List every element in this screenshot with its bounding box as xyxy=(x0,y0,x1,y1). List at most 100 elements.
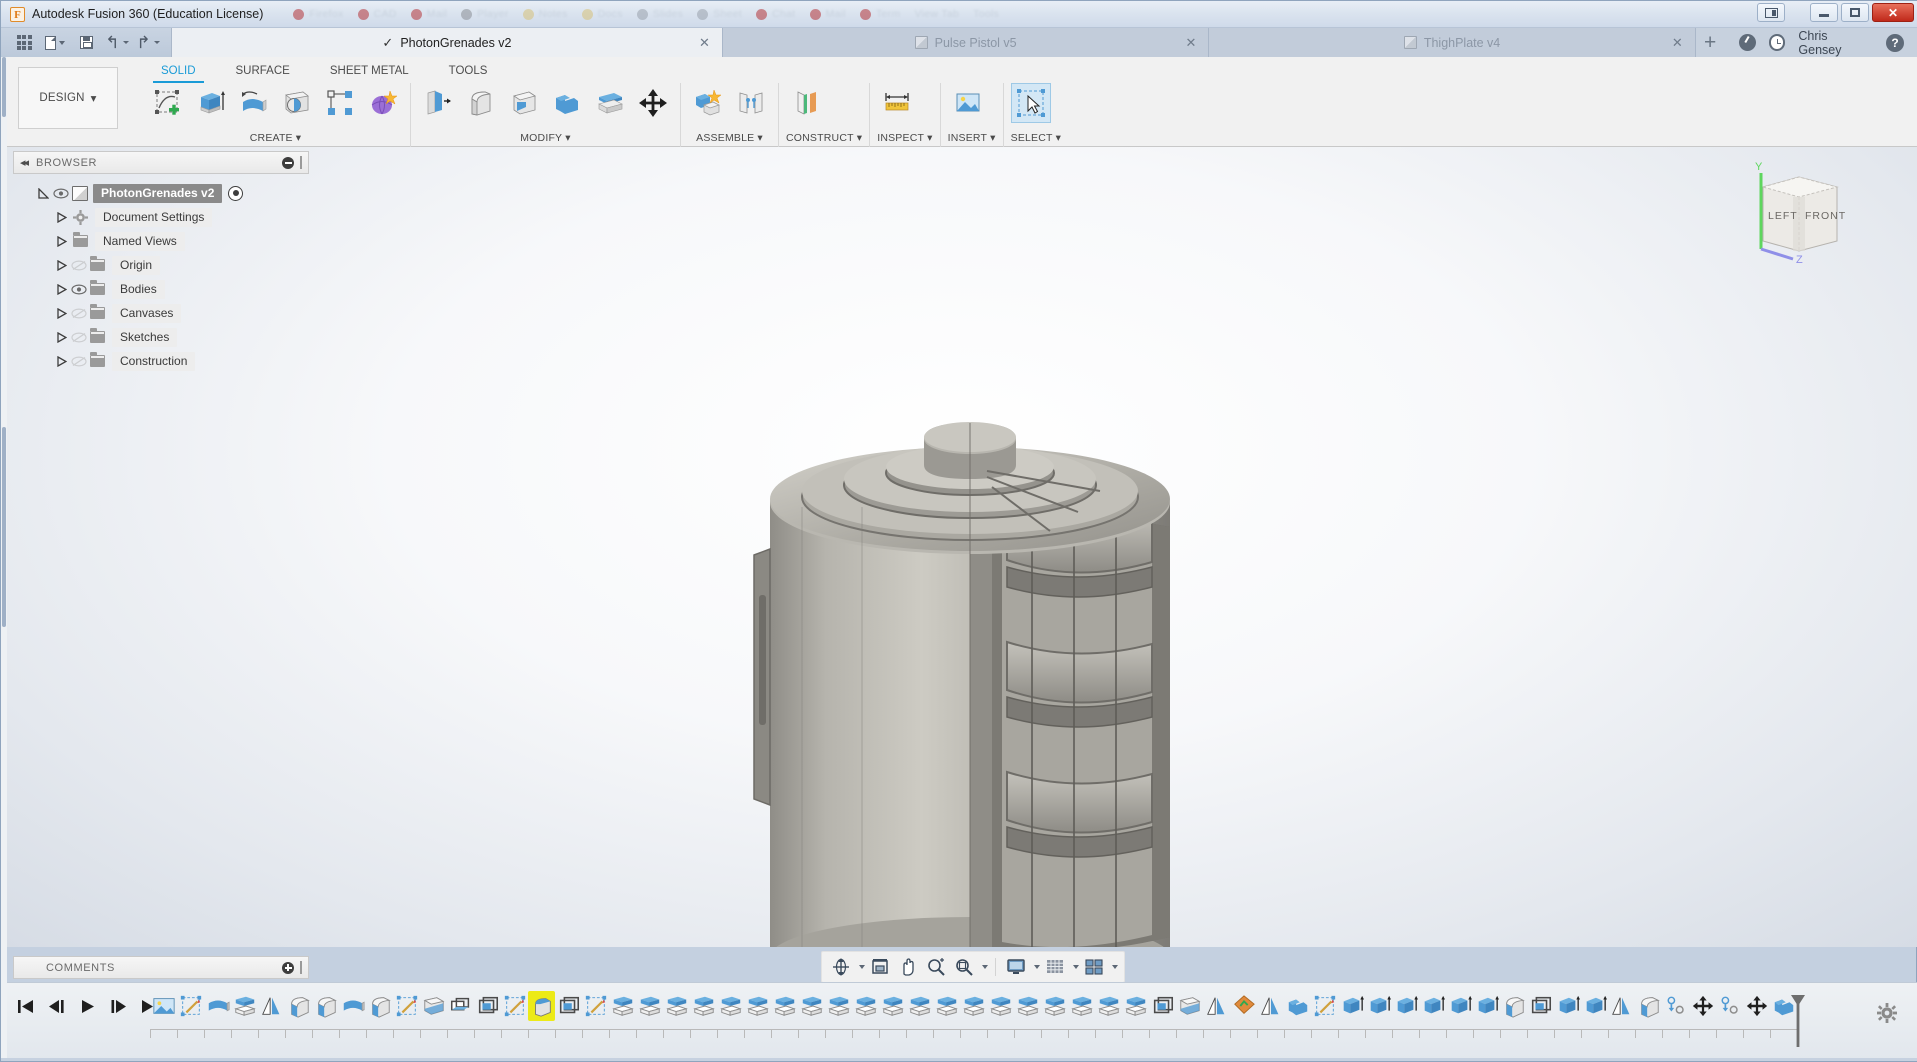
timeline-feature-extrude[interactable] xyxy=(717,991,744,1021)
timeline-feature-extrude[interactable] xyxy=(798,991,825,1021)
insert-canvas-button[interactable] xyxy=(948,83,988,123)
panel-resize-grip[interactable] xyxy=(300,961,302,974)
timeline-feature-extrude-h[interactable] xyxy=(1581,991,1608,1021)
timeline-feature-extrude[interactable] xyxy=(933,991,960,1021)
ribbon-group-label-select[interactable]: SELECT ▾ xyxy=(1011,132,1062,147)
sphere-button[interactable] xyxy=(277,83,317,123)
help-icon[interactable]: ? xyxy=(1886,33,1904,52)
timeline-feature-sketch[interactable] xyxy=(582,991,609,1021)
new-component-button[interactable] xyxy=(688,83,728,123)
timeline-feature-mirror[interactable] xyxy=(1608,991,1635,1021)
timeline-feature-extrude[interactable] xyxy=(1068,991,1095,1021)
ribbon-group-label-insert[interactable]: INSERT ▾ xyxy=(948,132,996,147)
timeline-feature-mirror[interactable] xyxy=(258,991,285,1021)
tree-item-named-views[interactable]: Named Views xyxy=(13,229,309,253)
timeline-feature-extrude[interactable] xyxy=(636,991,663,1021)
tree-item-canvases[interactable]: Canvases xyxy=(13,301,309,325)
tree-item-sketches[interactable]: Sketches xyxy=(13,325,309,349)
timeline-feature-revolve[interactable] xyxy=(339,991,366,1021)
timeline-feature-extrude[interactable] xyxy=(987,991,1014,1021)
timeline-feature-extrude-h[interactable] xyxy=(1392,991,1419,1021)
tree-item-construction[interactable]: Construction xyxy=(13,349,309,373)
new-tab-button[interactable]: + xyxy=(1694,28,1725,57)
display-settings-button[interactable] xyxy=(1003,954,1029,980)
timeline-feature-move[interactable] xyxy=(1743,991,1770,1021)
user-name[interactable]: Chris Gensey xyxy=(1798,29,1873,57)
timeline-feature-appearance[interactable] xyxy=(1230,991,1257,1021)
look-at-button[interactable] xyxy=(867,954,893,980)
pattern-button[interactable] xyxy=(320,83,360,123)
left-scrollbar[interactable] xyxy=(1,57,7,1058)
panel-resize-grip[interactable] xyxy=(300,156,302,169)
timeline-feature-pattern-circ[interactable] xyxy=(1527,991,1554,1021)
ribbon-group-label-construct[interactable]: CONSTRUCT ▾ xyxy=(786,132,862,147)
timeline-feature-extrude[interactable] xyxy=(690,991,717,1021)
timeline-feature-revolve-cut[interactable] xyxy=(366,991,393,1021)
timeline-feature-extrude[interactable] xyxy=(663,991,690,1021)
timeline-feature-revolve-cut[interactable] xyxy=(1500,991,1527,1021)
timeline-feature-pattern-rect[interactable] xyxy=(447,991,474,1021)
timeline-feature-canvas[interactable] xyxy=(150,991,177,1021)
visibility-eye-hidden-icon[interactable] xyxy=(70,307,87,319)
activate-component-icon[interactable] xyxy=(228,185,244,201)
timeline-feature-extrude[interactable] xyxy=(1095,991,1122,1021)
chevron-down-icon[interactable] xyxy=(1034,965,1040,969)
tree-item-origin[interactable]: Origin xyxy=(13,253,309,277)
timeline-feature-extrude-h[interactable] xyxy=(1419,991,1446,1021)
timeline-feature-combine[interactable] xyxy=(1284,991,1311,1021)
timeline-feature-extrude[interactable] xyxy=(879,991,906,1021)
timeline-feature-pattern-circ[interactable] xyxy=(555,991,582,1021)
create-sketch-button[interactable] xyxy=(148,83,188,123)
close-icon[interactable]: ✕ xyxy=(699,35,710,51)
comments-panel-header[interactable]: COMMENTS xyxy=(13,956,309,979)
move-copy-button[interactable] xyxy=(633,83,673,123)
offset-plane-button[interactable] xyxy=(786,83,826,123)
pan-button[interactable] xyxy=(895,954,921,980)
timeline-feature-extrude-h[interactable] xyxy=(1473,991,1500,1021)
tree-item-document-settings[interactable]: Document Settings xyxy=(13,205,309,229)
ribbon-group-label-modify[interactable]: MODIFY ▾ xyxy=(418,132,673,147)
clock-icon[interactable] xyxy=(1768,34,1786,51)
timeline-feature-joint[interactable] xyxy=(1662,991,1689,1021)
shell-button[interactable] xyxy=(504,83,544,123)
timeline-feature-extrude[interactable] xyxy=(1014,991,1041,1021)
visibility-eye-icon[interactable] xyxy=(70,283,87,295)
timeline-feature-sketch[interactable] xyxy=(393,991,420,1021)
expand-arrow-icon[interactable] xyxy=(53,235,70,247)
combine-button[interactable] xyxy=(547,83,587,123)
file-menu-button[interactable] xyxy=(42,31,68,55)
timeline-feature-extrude[interactable] xyxy=(231,991,258,1021)
visibility-eye-hidden-icon[interactable] xyxy=(70,259,87,271)
timeline-feature-extrude[interactable] xyxy=(1122,991,1149,1021)
minimize-button[interactable] xyxy=(1810,3,1838,22)
collapse-panel-icon[interactable]: ◂◂ xyxy=(20,156,29,169)
close-button[interactable]: ✕ xyxy=(1872,3,1914,22)
job-status-icon[interactable] xyxy=(1738,34,1756,51)
timeline-track[interactable] xyxy=(150,991,1805,1047)
view-cube[interactable]: Y Z LEFT FRONT xyxy=(1749,159,1859,266)
close-icon[interactable]: ✕ xyxy=(1185,35,1196,51)
undo-button[interactable]: ↰ xyxy=(104,31,130,55)
chevron-down-icon[interactable] xyxy=(1112,965,1118,969)
form-button[interactable] xyxy=(363,83,403,123)
tree-root-photongrenades[interactable]: PhotonGrenades v2 xyxy=(13,181,309,205)
timeline-feature-pattern-circ[interactable] xyxy=(474,991,501,1021)
expand-arrow-icon[interactable] xyxy=(53,283,70,295)
timeline-feature-mirror[interactable] xyxy=(1257,991,1284,1021)
show-data-panel-button[interactable] xyxy=(11,31,37,55)
timeline-feature-revolve-cut[interactable] xyxy=(1635,991,1662,1021)
offset-face-button[interactable] xyxy=(590,83,630,123)
window-controls[interactable]: ✕ xyxy=(1757,3,1914,22)
expand-arrow-open-icon[interactable] xyxy=(35,187,52,199)
expand-arrow-icon[interactable] xyxy=(53,331,70,343)
joint-button[interactable] xyxy=(731,83,771,123)
timeline-feature-revolve-cut[interactable] xyxy=(285,991,312,1021)
add-comment-icon[interactable] xyxy=(282,961,294,974)
extrude-button[interactable] xyxy=(191,83,231,123)
timeline-feature-extrude[interactable] xyxy=(825,991,852,1021)
doc-tab-thighplate[interactable]: ThighPlate v4 ✕ xyxy=(1208,28,1695,57)
collapse-all-icon[interactable] xyxy=(282,156,294,169)
go-to-beginning-button[interactable] xyxy=(16,997,34,1015)
chevron-down-icon[interactable] xyxy=(859,965,865,969)
timeline-feature-pattern-circ[interactable] xyxy=(1149,991,1176,1021)
